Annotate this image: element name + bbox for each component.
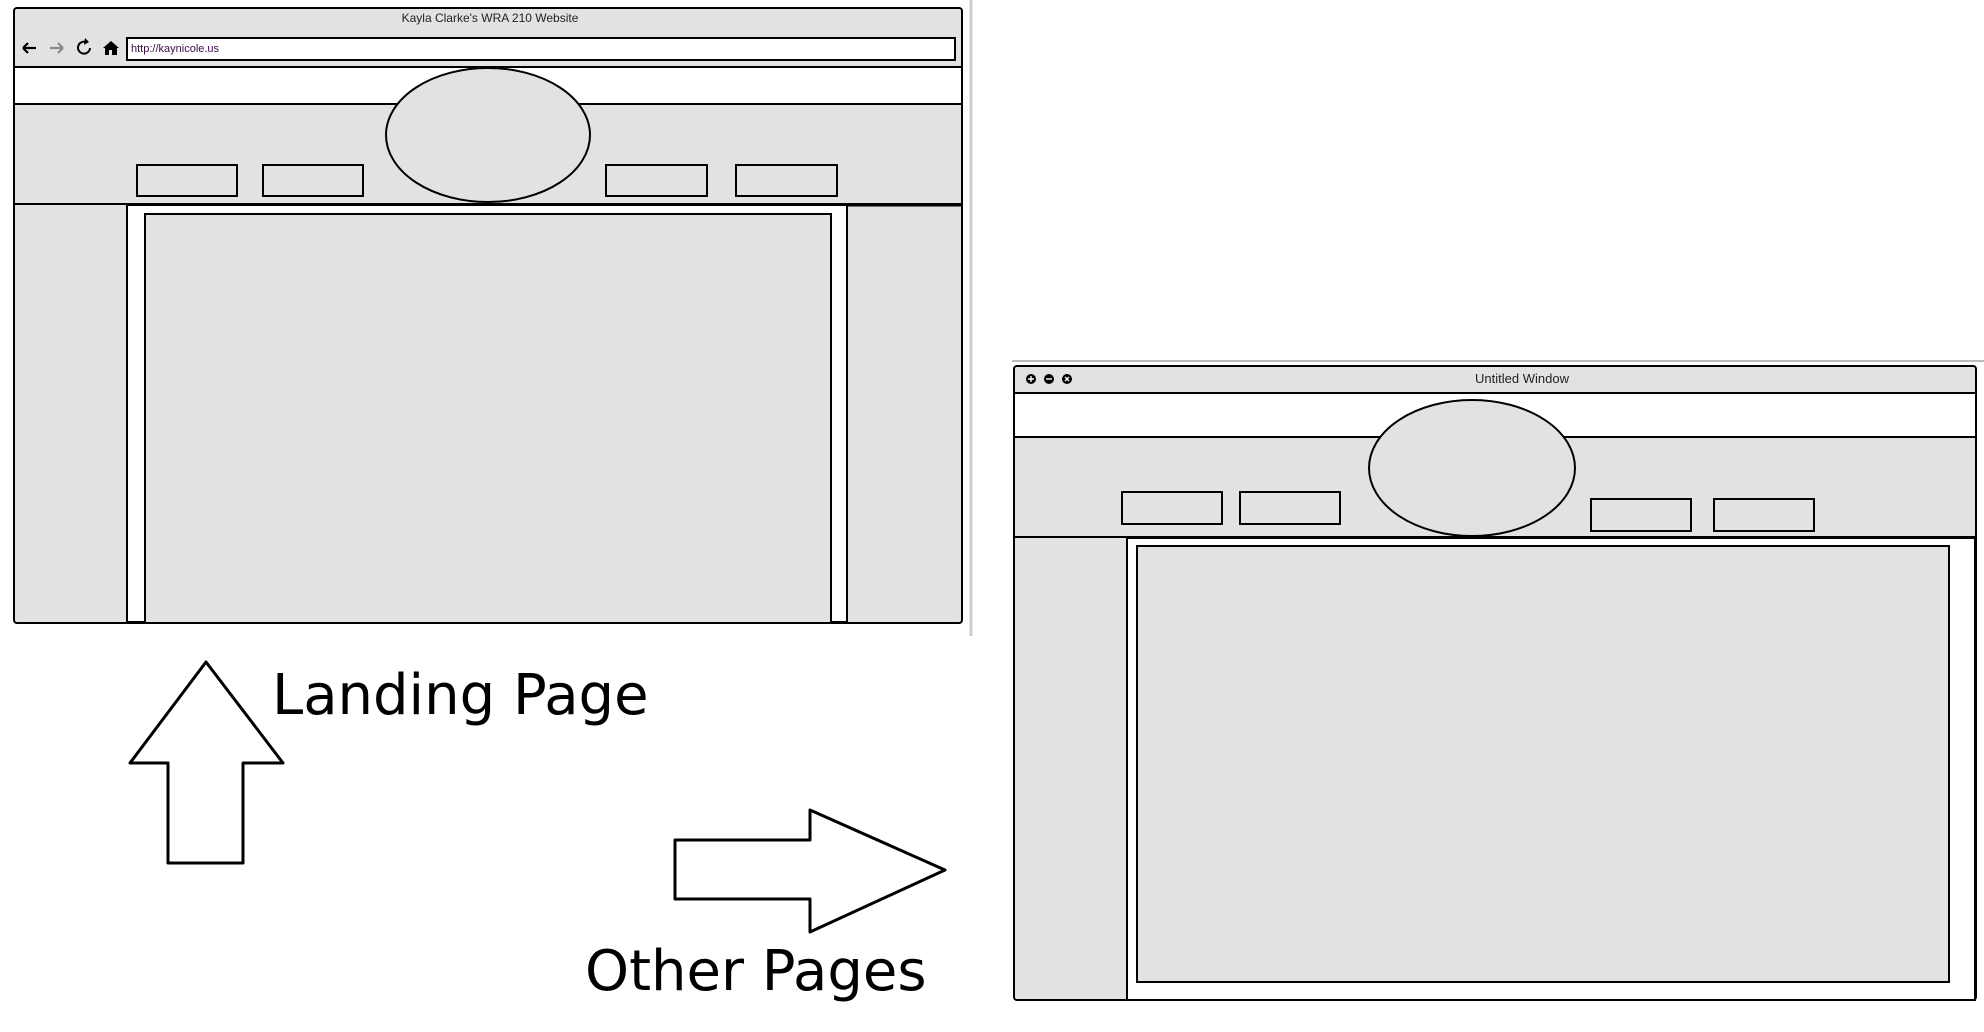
logo-oval xyxy=(1368,399,1576,537)
app-window-title: Untitled Window xyxy=(1475,371,1570,386)
nav-button-4[interactable] xyxy=(735,164,838,197)
landing-page-wireframe: Kayla Clarke's WRA 210 Website http://ka… xyxy=(13,0,973,636)
other-pages-wireframe: Untitled Window xyxy=(1012,360,1984,1001)
nav-button-1[interactable] xyxy=(1121,491,1223,525)
browser-window-title: Kayla Clarke's WRA 210 Website xyxy=(402,11,579,25)
main-content-area xyxy=(144,213,832,624)
right-arrow xyxy=(673,808,947,934)
minus-icon[interactable] xyxy=(1044,374,1054,384)
up-arrow xyxy=(128,660,285,865)
address-bar[interactable] xyxy=(126,37,956,61)
logo-oval xyxy=(385,67,591,203)
other-pages-label: Other Pages xyxy=(585,939,927,1004)
nav-button-3[interactable] xyxy=(605,164,708,197)
nav-button-2[interactable] xyxy=(1239,491,1341,525)
plus-icon[interactable] xyxy=(1026,374,1036,384)
close-icon[interactable] xyxy=(1062,374,1072,384)
nav-button-1[interactable] xyxy=(136,164,238,197)
nav-button-3[interactable] xyxy=(1590,498,1692,532)
main-content-area xyxy=(1136,545,1950,983)
nav-button-2[interactable] xyxy=(262,164,364,197)
landing-page-label: Landing Page xyxy=(272,663,649,728)
nav-button-4[interactable] xyxy=(1713,498,1815,532)
address-bar-url: http://kaynicole.us xyxy=(131,43,220,55)
